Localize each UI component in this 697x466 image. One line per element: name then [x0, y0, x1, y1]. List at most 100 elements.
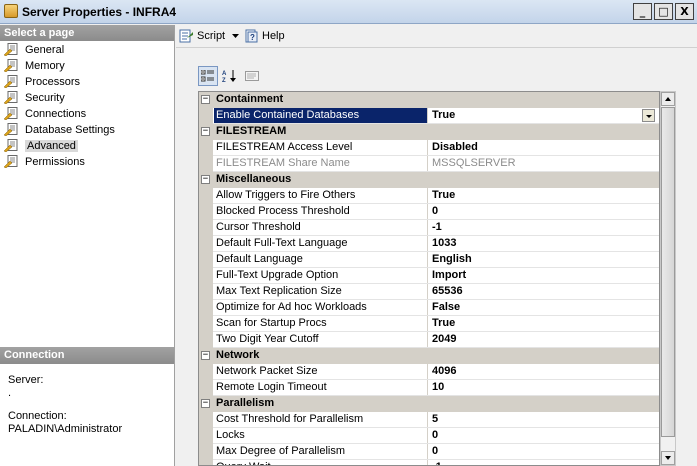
property-pages-button[interactable] [242, 66, 262, 86]
row-gutter [199, 316, 213, 332]
close-button[interactable]: X [675, 3, 694, 20]
server-value: . [8, 387, 12, 399]
property-value[interactable]: Disabled [429, 140, 657, 155]
property-value[interactable]: False [429, 300, 657, 315]
property-row[interactable]: Query Wait-1 [199, 460, 659, 465]
property-value[interactable]: True [429, 188, 657, 203]
property-name: Network Packet Size [214, 364, 428, 379]
property-row[interactable]: FILESTREAM Access Level Disabled [199, 140, 659, 156]
property-value[interactable]: True [429, 108, 657, 123]
script-button[interactable]: Script [179, 28, 240, 44]
property-row[interactable]: Optimize for Ad hoc Workloads False [199, 300, 659, 316]
property-row[interactable]: Enable Contained Databases True [199, 108, 659, 124]
sort-alphabetical-icon: A Z [222, 70, 236, 83]
page-properties-icon [4, 107, 18, 120]
property-row[interactable]: Network Packet Size 4096 [199, 364, 659, 380]
property-row[interactable]: Default Full-Text Language 1033 [199, 236, 659, 252]
property-row[interactable]: Two Digit Year Cutoff 2049 [199, 332, 659, 348]
property-row[interactable]: Max Degree of Parallelism 0 [199, 444, 659, 460]
scroll-down-button[interactable] [661, 451, 675, 465]
collapse-toggle-icon[interactable]: − [201, 399, 210, 408]
property-row[interactable]: Blocked Process Threshold 0 [199, 204, 659, 220]
property-row[interactable]: Cursor Threshold -1 [199, 220, 659, 236]
property-value[interactable]: -1 [429, 460, 657, 465]
property-name: Blocked Process Threshold [214, 204, 428, 219]
property-name: Allow Triggers to Fire Others [214, 188, 428, 203]
collapse-toggle-icon[interactable]: − [201, 127, 210, 136]
property-row[interactable]: Full-Text Upgrade Option Import [199, 268, 659, 284]
page-item-permissions[interactable]: Permissions [0, 154, 174, 170]
server-label: Server: [8, 374, 44, 386]
scroll-thumb[interactable] [661, 107, 675, 437]
property-row[interactable]: Allow Triggers to Fire Others True [199, 188, 659, 204]
property-value[interactable]: 5 [429, 412, 657, 427]
property-value[interactable]: 10 [429, 380, 657, 395]
alphabetical-button[interactable]: A Z [220, 66, 240, 86]
select-page-header: Select a page [0, 25, 174, 41]
property-row[interactable]: Default Language English [199, 252, 659, 268]
page-item-memory[interactable]: Memory [0, 58, 174, 74]
svg-text:A: A [222, 71, 227, 77]
collapse-toggle-icon[interactable]: − [201, 175, 210, 184]
row-gutter [199, 380, 213, 396]
category-row[interactable]: − Network [199, 348, 659, 364]
page-item-connections[interactable]: Connections [0, 106, 174, 122]
row-gutter [199, 412, 213, 428]
page-item-processors[interactable]: Processors [0, 74, 174, 90]
vertical-scrollbar[interactable] [660, 91, 676, 466]
property-value[interactable]: English [429, 252, 657, 267]
property-row[interactable]: Scan for Startup Procs True [199, 316, 659, 332]
page-item-label: Memory [25, 60, 65, 72]
categorized-button[interactable] [198, 66, 218, 86]
page-item-database-settings[interactable]: Database Settings [0, 122, 174, 138]
property-pages-icon [245, 71, 259, 81]
property-name: Enable Contained Databases [214, 108, 428, 123]
property-name: Cursor Threshold [214, 220, 428, 235]
property-value[interactable]: 0 [429, 444, 657, 459]
maximize-button[interactable]: □ [654, 3, 673, 20]
page-item-label: Connections [25, 108, 87, 120]
property-value[interactable]: 1033 [429, 236, 657, 251]
property-row[interactable]: Locks 0 [199, 428, 659, 444]
minimize-button[interactable]: _ [633, 3, 652, 20]
row-gutter [199, 444, 213, 460]
connection-header: Connection [0, 347, 174, 364]
category-row[interactable]: − Containment [199, 92, 659, 108]
collapse-toggle-icon[interactable]: − [201, 95, 210, 104]
collapse-toggle-icon[interactable]: − [201, 351, 210, 360]
property-value[interactable]: True [429, 316, 657, 331]
row-gutter [199, 300, 213, 316]
property-value[interactable]: 0 [429, 204, 657, 219]
category-row[interactable]: − Miscellaneous [199, 172, 659, 188]
category-row[interactable]: − Parallelism [199, 396, 659, 412]
category-name: Network [216, 349, 260, 361]
app-icon [4, 4, 18, 18]
scroll-up-button[interactable] [661, 92, 675, 106]
property-value[interactable]: -1 [429, 220, 657, 235]
property-value[interactable]: 2049 [429, 332, 657, 347]
category-row[interactable]: − FILESTREAM [199, 124, 659, 140]
row-gutter [199, 188, 213, 204]
categorized-icon [201, 70, 214, 82]
property-value[interactable]: 0 [429, 428, 657, 443]
page-item-general[interactable]: General [0, 42, 174, 58]
category-name: Containment [216, 93, 284, 105]
property-name: Full-Text Upgrade Option [214, 268, 428, 283]
page-properties-icon [4, 59, 18, 72]
page-properties-icon [4, 155, 18, 168]
property-value[interactable]: Import [429, 268, 657, 283]
property-row[interactable]: Remote Login Timeout 10 [199, 380, 659, 396]
property-row[interactable]: Cost Threshold for Parallelism 5 [199, 412, 659, 428]
category-name: Miscellaneous [216, 173, 292, 185]
page-properties-icon [4, 123, 18, 136]
property-value[interactable]: 4096 [429, 364, 657, 379]
property-row[interactable]: Max Text Replication Size 65536 [199, 284, 659, 300]
property-value[interactable]: 65536 [429, 284, 657, 299]
value-dropdown-button[interactable] [642, 109, 655, 122]
help-button[interactable]: ? Help [244, 28, 285, 44]
row-gutter [199, 460, 213, 465]
property-value[interactable]: MSSQLSERVER [429, 156, 657, 171]
property-row[interactable]: FILESTREAM Share Name MSSQLSERVER [199, 156, 659, 172]
page-item-advanced[interactable]: Advanced [0, 138, 174, 154]
page-item-security[interactable]: Security [0, 90, 174, 106]
